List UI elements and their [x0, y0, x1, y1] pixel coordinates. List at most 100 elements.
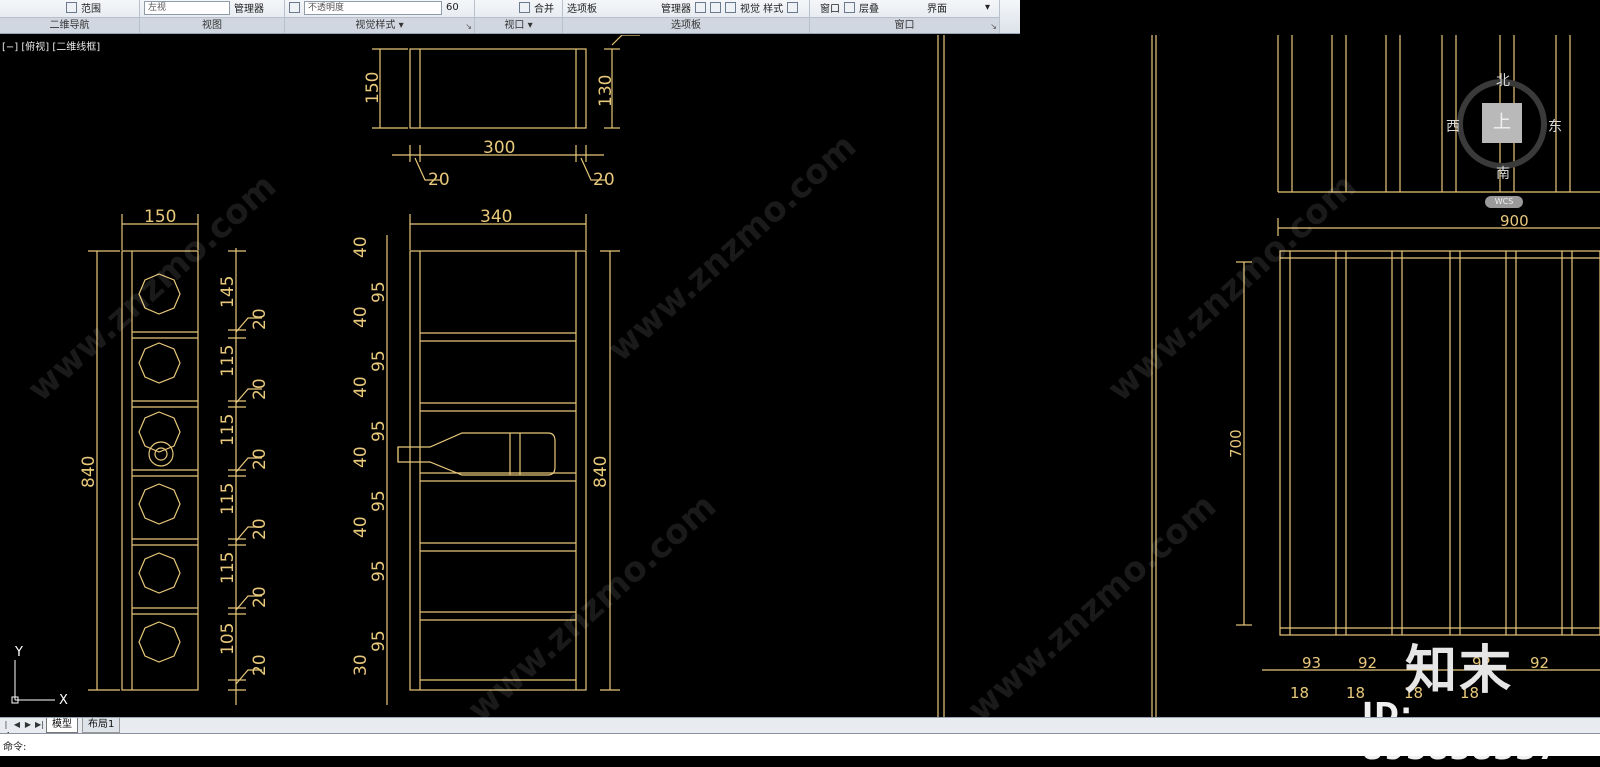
command-line[interactable]: 命令: [0, 733, 1600, 756]
panel-title: 视图 [140, 17, 284, 33]
dim-front-spacing: 95 [369, 420, 389, 442]
viewcube[interactable]: 北 西 东 南 上 WCS [1446, 35, 1572, 215]
join-viewport-icon[interactable] [519, 2, 530, 13]
drawing-viewport[interactable]: 150 840 145 115 115 115 115 105 20 20 20… [0, 35, 1600, 717]
dim-left-seg: 145 [218, 276, 238, 308]
palette-icon[interactable] [787, 2, 799, 13]
dim-front-spacing: 95 [369, 560, 389, 582]
ucs-icon [11, 660, 55, 704]
dim-front-spacing: 40 [351, 236, 371, 258]
dim-right-col: 92 [1358, 654, 1377, 672]
dim-top-edge: 20 [593, 170, 615, 190]
dim-front-spacing: 95 [369, 281, 389, 303]
view-manager-button[interactable]: 管理器 [234, 0, 264, 15]
join-button[interactable]: 合并 [534, 0, 554, 15]
panel-view: 左视 管理器 视图 [140, 0, 285, 33]
right-bottom-rack [1236, 250, 1600, 671]
ribbon-empty-area [1020, 0, 1600, 33]
dim-front-height: 840 [591, 456, 611, 488]
dim-front-spacing: 40 [351, 376, 371, 398]
ucs-x-label: X [59, 693, 68, 708]
panel-window: 窗口 层叠 界面 ▾ 窗口 ↘ [810, 0, 1000, 33]
dim-front-spacing: 95 [369, 630, 389, 652]
cascade-button[interactable]: 层叠 [859, 0, 879, 15]
visual-style-icon[interactable] [289, 2, 300, 13]
panel-title[interactable]: 视觉样式 ▾ [285, 17, 474, 33]
dim-right-edge: 18 [1290, 684, 1309, 702]
dim-left-seg: 105 [218, 623, 238, 655]
dim-top-height2: 130 [596, 75, 616, 107]
dim-left-gap: 20 [250, 518, 270, 540]
compass-south[interactable]: 南 [1496, 163, 1510, 183]
opacity-value: 60 [446, 2, 459, 13]
cad-drawing: 150 840 145 115 115 115 115 105 20 20 20… [11, 35, 1600, 717]
left-view-cabinet [121, 250, 199, 691]
dim-left-gap: 20 [250, 378, 270, 400]
ucs-y-label: Y [14, 645, 23, 660]
dim-front-spacing: 95 [369, 490, 389, 512]
dim-front-spacing: 40 [351, 306, 371, 328]
cascade-icon[interactable] [844, 2, 855, 13]
bottle-drawing [397, 432, 556, 476]
dialog-launcher-icon[interactable]: ↘ [465, 22, 472, 31]
dim-left-seg: 115 [218, 483, 238, 515]
panel-title: 窗口 [810, 17, 999, 33]
dim-right-height: 700 [1227, 429, 1245, 458]
sheetset-manager-button[interactable]: 管理器 [661, 0, 691, 15]
dim-left-seg: 115 [218, 345, 238, 377]
compass-east[interactable]: 东 [1548, 116, 1562, 136]
prev-tab-icon[interactable]: ◀ [13, 720, 21, 730]
next-tab-icon[interactable]: ▶ [24, 720, 32, 730]
last-tab-icon[interactable]: ▶| [35, 720, 44, 730]
viewport-controls-label[interactable]: [−] [俯视] [二维线框] [2, 38, 100, 53]
dim-left-gap: 20 [250, 586, 270, 608]
magnifier-icon [66, 2, 77, 13]
command-prompt: 命令: [3, 742, 27, 753]
compass-north[interactable]: 北 [1496, 70, 1510, 90]
compass-west[interactable]: 西 [1446, 116, 1460, 136]
brand-logo: 知末 [1405, 641, 1514, 701]
dim-front-spacing: 40 [351, 516, 371, 538]
view-select[interactable]: 左视 [144, 0, 230, 15]
dim-left-gap: 20 [250, 448, 270, 470]
first-tab-icon[interactable]: |◀ [2, 720, 10, 739]
dim-front-spacing: 95 [369, 350, 389, 372]
dropdown-icon[interactable]: ▾ [985, 2, 990, 13]
dim-left-gap: 20 [250, 308, 270, 330]
panel-2d-nav: 范围 二维导航 [0, 0, 140, 33]
dim-top-width: 300 [483, 138, 515, 158]
tab-model[interactable]: 模型 [46, 718, 78, 733]
dim-left-gap: 20 [250, 654, 270, 676]
wcs-menu-button[interactable]: WCS [1485, 196, 1523, 208]
ui-button[interactable]: 界面 [927, 0, 947, 15]
panel-viewport: 合并 视口 ▾ [475, 0, 563, 33]
dim-left-width: 150 [144, 207, 176, 227]
panel-palettes: 选项板 管理器 视觉 样式 选项板 [563, 0, 810, 33]
tool-palettes-button[interactable]: 选项板 [567, 0, 597, 15]
viewcube-top-face[interactable]: 上 [1482, 103, 1522, 143]
visual-style-icon[interactable] [725, 2, 736, 13]
layout-tab-bar: |◀ ◀ ▶ ▶| 模型 布局1 [0, 717, 1600, 739]
panel-title[interactable]: 视口 ▾ [475, 17, 562, 33]
dim-right-col: 92 [1530, 654, 1549, 672]
front-view-cabinet [386, 214, 620, 705]
visual-style-button[interactable]: 视觉 样式 [740, 0, 783, 15]
panel-title: 选项板 [563, 17, 809, 33]
tab-layout1[interactable]: 布局1 [82, 718, 121, 733]
zoom-extents-button[interactable]: 范围 [66, 0, 101, 15]
opacity-slider[interactable]: 不透明度 [304, 0, 442, 15]
panel-visual-style: 不透明度 60 视觉样式 ▾ ↘ [285, 0, 475, 33]
switch-window-button[interactable]: 窗口 [820, 0, 840, 15]
dim-right-col: 93 [1302, 654, 1321, 672]
dim-left-seg: 115 [218, 552, 238, 584]
dim-front-spacing: 30 [351, 654, 371, 676]
dim-top-edge: 20 [428, 170, 450, 190]
dialog-launcher-icon[interactable]: ↘ [990, 22, 997, 31]
palette-icon[interactable] [710, 2, 721, 13]
dim-top-height: 150 [363, 72, 383, 104]
dim-front-spacing: 40 [351, 446, 371, 468]
palette-icon[interactable] [695, 2, 706, 13]
dim-left-seg: 115 [218, 414, 238, 446]
ribbon: 范围 二维导航 左视 管理器 视图 不透明度 60 视觉样式 ▾ ↘ 合并 视口 ▾… [0, 0, 1020, 34]
panel-title: 二维导航 [0, 17, 139, 33]
